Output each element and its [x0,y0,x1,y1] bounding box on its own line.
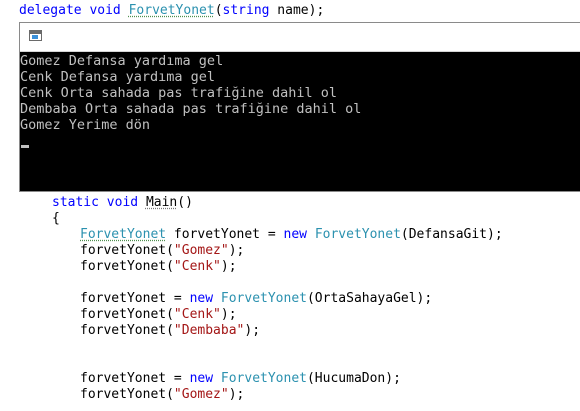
keyword-new: new [189,291,214,306]
call-suffix: ); [220,307,237,322]
call-suffix: ); [228,387,245,402]
assign-prefix: forvetYonet = [80,371,190,386]
console-cursor [21,145,29,148]
brace-open: { [52,211,60,226]
console-app-icon[interactable] [29,30,42,41]
param-name: name); [269,3,325,18]
call-suffix: ); [244,323,261,338]
code-line-assign-hucum: forvetYonet = new ForvetYonet(HucumaDon)… [80,371,401,387]
paren-open: ( [214,3,223,18]
type-forvetyonet[interactable]: ForvetYonet [80,227,166,242]
code-line-main-decl: static void Main() [52,195,193,211]
code-line-call-cenk: forvetYonet("Cenk"); [80,307,237,323]
call-suffix: ); [220,259,237,274]
ctor-forvetyonet: ForvetYonet [220,291,307,306]
code-line-call-cenk: forvetYonet("Cenk"); [80,259,237,275]
ctor-forvetyonet: ForvetYonet [314,227,401,242]
ctor-argument: (HucumaDon); [306,371,401,386]
keyword-delegate: delegate [19,3,82,18]
call-prefix: forvetYonet( [80,259,174,274]
string-literal: "Dembaba" [173,323,245,338]
main-parens: () [177,195,193,210]
console-window[interactable]: Gomez Defansa yardıma gel Cenk Defansa y… [19,22,580,192]
code-line-assign-orta: forvetYonet = new ForvetYonet(OrtaSahaya… [80,291,432,307]
call-prefix: forvetYonet( [80,323,174,338]
keyword-void: void [106,195,139,210]
assign-prefix: forvetYonet = [80,291,190,306]
console-output-line: Cenk Defansa yardıma gel [20,69,216,85]
call-prefix: forvetYonet( [80,243,174,258]
method-name-main[interactable]: Main [146,195,177,210]
code-line-call-gomez: forvetYonet("Gomez"); [80,387,244,403]
keyword-static: static [52,195,99,210]
decl-variable: forvetYonet = [166,227,284,242]
call-suffix: ); [228,243,245,258]
keyword-void: void [89,3,121,18]
ctor-argument: (DefansaGit); [400,227,503,242]
ctor-forvetyonet: ForvetYonet [220,371,307,386]
console-output-line: Gomez Defansa yardıma gel [20,53,224,69]
code-line-call-dembaba: forvetYonet("Dembaba"); [80,323,260,339]
console-output-line: Cenk Orta sahada pas trafiğine dahil ol [20,85,337,101]
delegate-type-name[interactable]: ForvetYonet [129,3,215,18]
string-literal: "Gomez" [173,243,229,258]
console-output-line: Dembaba Orta sahada pas trafiğine dahil … [20,101,362,117]
ctor-argument: (OrtaSahayaGel); [306,291,433,306]
code-line-delegate-instance: ForvetYonet forvetYonet = new ForvetYone… [80,227,503,243]
keyword-new: new [189,371,214,386]
string-literal: "Cenk" [173,307,221,322]
code-line-delegate: delegate void ForvetYonet(string name); [19,3,324,19]
keyword-new: new [283,227,307,242]
string-literal: "Gomez" [173,387,229,402]
code-line-call-gomez: forvetYonet("Gomez"); [80,243,244,259]
console-titlebar[interactable] [20,23,580,52]
keyword-string: string [222,3,270,18]
call-prefix: forvetYonet( [80,307,174,322]
call-prefix: forvetYonet( [80,387,174,402]
code-line-brace-open: { [52,211,60,227]
string-literal: "Cenk" [173,259,221,274]
console-output-line: Gomez Yerime dön [20,117,151,133]
